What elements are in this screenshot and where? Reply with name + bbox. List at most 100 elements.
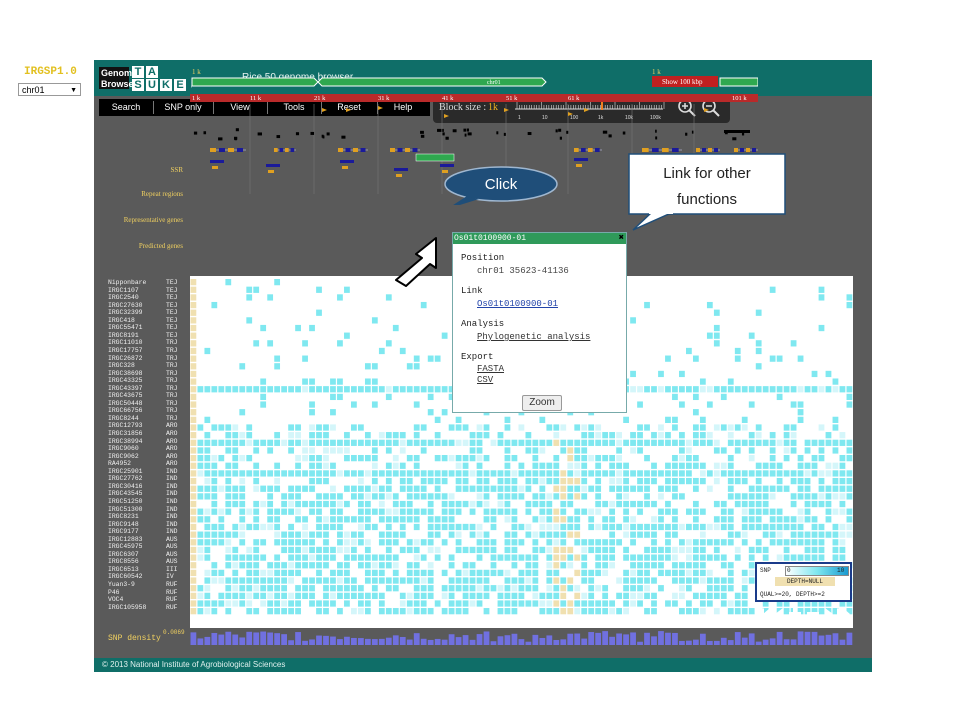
sample-row[interactable]: IRGC43397 TRJ — [108, 385, 188, 392]
snp-cell — [665, 523, 671, 531]
snp-cell — [302, 592, 308, 599]
snp-cell — [658, 585, 664, 592]
sample-row[interactable]: IRGC12793 ARO — [108, 422, 188, 429]
sample-row[interactable]: IRGC9177 IND — [108, 528, 188, 535]
sample-row[interactable]: IRGC51300 IND — [108, 506, 188, 513]
density-bar — [211, 632, 218, 645]
snp-cell — [804, 477, 811, 485]
fast-forward-icon[interactable] — [837, 608, 850, 620]
snp-cell — [406, 363, 413, 370]
sample-row[interactable]: IRGC8231 IND — [108, 513, 188, 520]
back-icon[interactable] — [775, 608, 783, 620]
snp-cell — [755, 546, 762, 554]
sample-row[interactable]: Yuan3-9 RUF — [108, 581, 188, 588]
zoom-out-nav-icon[interactable] — [807, 612, 819, 616]
snp-cell — [720, 447, 727, 454]
sample-group: IND — [166, 520, 178, 528]
sample-row[interactable]: IRGC328 TRJ — [108, 362, 188, 369]
sample-row[interactable]: IRGC43545 IND — [108, 490, 188, 497]
snp-cell — [511, 554, 518, 561]
sample-row[interactable]: IRGC27762 IND — [108, 475, 188, 482]
snp-cell — [699, 539, 706, 546]
snp-cell — [204, 508, 211, 515]
sample-row[interactable]: IRGC2540 TEJ — [108, 294, 188, 301]
snp-cell — [232, 569, 239, 577]
close-icon[interactable]: ✖ — [619, 233, 624, 244]
snp-cell — [727, 585, 734, 592]
snp-cell — [490, 554, 497, 561]
sample-row[interactable]: IRGC9060 ARO — [108, 445, 188, 452]
repeat-region — [464, 133, 467, 137]
snp-cell — [769, 470, 776, 477]
snp-cell — [616, 432, 622, 439]
snp-cell — [399, 447, 406, 454]
sample-row[interactable]: IRGC55471 TEJ — [108, 324, 188, 331]
snp-cell — [239, 554, 246, 561]
popup-zoom-button[interactable]: Zoom — [522, 395, 562, 411]
selected-gene[interactable] — [415, 153, 455, 162]
sample-row[interactable]: IRGC17757 TRJ — [108, 347, 188, 354]
sample-row[interactable]: IRGC418 TEJ — [108, 317, 188, 324]
snp-cell — [253, 569, 260, 577]
snp-cell — [651, 470, 657, 477]
sample-row[interactable]: IRGC8244 TRJ — [108, 415, 188, 422]
snp-cell — [727, 569, 734, 577]
sample-row[interactable]: IRGC51250 IND — [108, 498, 188, 505]
snp-cell — [225, 470, 232, 477]
sample-row[interactable]: IRGC66756 TRJ — [108, 407, 188, 414]
snp-cell — [344, 447, 350, 454]
snp-cell — [190, 546, 197, 554]
snp-cell — [253, 477, 260, 485]
sample-row[interactable]: IRGC11010 TRJ — [108, 339, 188, 346]
snp-cell — [371, 554, 378, 561]
sample-row[interactable]: IRGC6513 III — [108, 566, 188, 573]
popup-gene-link[interactable]: Os01t0100900-01 — [477, 299, 558, 309]
sample-row[interactable]: IRGC45975 AUS — [108, 543, 188, 550]
snp-cell — [246, 432, 253, 439]
sample-row[interactable]: IRGC105958 RUF — [108, 604, 188, 611]
forward-icon[interactable] — [825, 608, 833, 620]
sample-row[interactable]: IRGC12883 AUS — [108, 536, 188, 543]
sample-row[interactable]: IRGC38698 TRJ — [108, 370, 188, 377]
snp-cell — [692, 592, 699, 599]
sample-row[interactable]: IRGC25901 IND — [108, 468, 188, 475]
sample-row[interactable]: RA4952 ARO — [108, 460, 188, 467]
sample-row[interactable]: IRGC50448 TRJ — [108, 400, 188, 407]
sample-row[interactable]: IRGC8191 TEJ — [108, 332, 188, 339]
sample-row[interactable]: IRGC6307 AUS — [108, 551, 188, 558]
popup-phylogenetic-link[interactable]: Phylogenetic analysis — [477, 332, 590, 342]
snp-cell — [755, 386, 762, 393]
popup-export-fasta-link[interactable]: FASTA — [477, 364, 504, 374]
snp-cell — [434, 439, 441, 446]
snp-cell — [511, 508, 518, 515]
sample-row[interactable]: P46 RUF — [108, 589, 188, 596]
snp-cell — [190, 409, 197, 416]
snp-cell — [190, 439, 197, 446]
snp-cell — [560, 562, 567, 569]
sample-row[interactable]: IRGC9062 ARO — [108, 453, 188, 460]
sample-row[interactable]: IRGC26872 TRJ — [108, 355, 188, 362]
sample-row[interactable]: IRGC9148 IND — [108, 521, 188, 528]
popup-export-csv-link[interactable]: CSV — [477, 375, 493, 385]
snp-cell — [420, 508, 427, 515]
zoom-in-nav-icon[interactable] — [789, 608, 801, 620]
snp-cell — [330, 409, 336, 416]
sample-row[interactable]: VOC4 RUF — [108, 596, 188, 603]
sample-row[interactable]: IRGC27630 TEJ — [108, 302, 188, 309]
snp-cell — [246, 523, 253, 531]
snp-cell — [385, 477, 392, 485]
snp-cell — [330, 508, 336, 515]
sample-row[interactable]: IRGC43675 TRJ — [108, 392, 188, 399]
sample-row[interactable]: IRGC60542 IV — [108, 573, 188, 580]
sample-row[interactable]: IRGC8556 AUS — [108, 558, 188, 565]
sample-row[interactable]: Nipponbare TEJ — [108, 279, 188, 286]
sample-row[interactable]: IRGC38994 ARO — [108, 438, 188, 445]
sample-row[interactable]: IRGC31856 ARO — [108, 430, 188, 437]
sample-row[interactable]: IRGC30416 IND — [108, 483, 188, 490]
fast-back-icon[interactable] — [757, 608, 770, 620]
sample-name: IRGC2540 — [108, 294, 139, 302]
sample-row[interactable]: IRGC43325 TRJ — [108, 377, 188, 384]
sample-row[interactable]: IRGC32399 TEJ — [108, 309, 188, 316]
sample-row[interactable]: IRGC1107 TEJ — [108, 287, 188, 294]
chromosome-select[interactable]: chr01 ▼ — [18, 83, 81, 96]
